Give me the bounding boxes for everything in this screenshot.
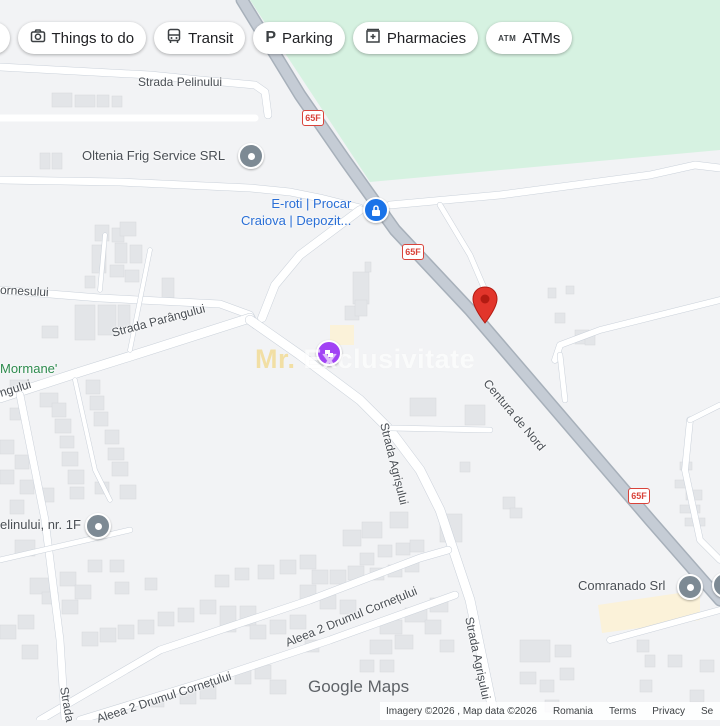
place-pin-icon[interactable]	[85, 513, 111, 539]
place-pin-icon[interactable]	[238, 143, 264, 169]
street-label-cornesului: ornesului	[0, 282, 50, 300]
pharmacy-icon	[365, 28, 381, 48]
region-link[interactable]: Romania	[553, 706, 593, 717]
chip-label: ATMs	[522, 29, 561, 47]
place-label-mormane[interactable]: Mormane'	[0, 361, 57, 376]
chip-transit[interactable]: Transit	[154, 22, 246, 54]
chip-atms[interactable]: ATM ATMs	[486, 22, 573, 54]
privacy-link[interactable]: Privacy	[652, 706, 685, 717]
chip-things-to-do[interactable]: Things to do	[17, 22, 147, 54]
google-maps-logo: Google Maps	[308, 677, 409, 697]
atm-icon: ATM	[498, 33, 517, 43]
bus-icon	[166, 28, 182, 48]
chip-partial[interactable]: s	[0, 22, 10, 54]
terms-link[interactable]: Terms	[609, 706, 636, 717]
route-shield-65f: 65F	[402, 244, 424, 260]
chip-label: Things to do	[51, 29, 135, 47]
chip-label: Pharmacies	[386, 29, 467, 47]
lock-shop-icon[interactable]	[363, 197, 389, 223]
chip-label: Parking	[282, 29, 333, 47]
map-footer: Imagery ©2026 , Map data ©2026 Romania T…	[380, 702, 720, 720]
place-pin-icon[interactable]	[677, 574, 703, 600]
place-label-eroti-line2: Craiova | Depozit...	[241, 213, 352, 228]
watermark: Mr. Exclusivitate	[255, 344, 475, 375]
category-chips: s Things to do Transit P Parking Pharmac…	[0, 22, 573, 54]
route-shield-65f: 65F	[628, 488, 650, 504]
selected-location-pin-icon[interactable]	[472, 286, 498, 324]
chip-parking[interactable]: P Parking	[253, 22, 345, 54]
place-label-pelinului-nr[interactable]: elinului, nr. 1F	[0, 517, 81, 532]
google-wordmark: Google	[308, 677, 363, 696]
watermark-rest: Exclusivitate	[303, 344, 476, 374]
place-label-eroti[interactable]: E-roti | Procar Craiova | Depozit...	[241, 195, 351, 229]
place-label-oltenia[interactable]: Oltenia Frig Service SRL	[82, 148, 225, 163]
street-label-pelinului: Strada Pelinului	[138, 75, 223, 89]
watermark-prefix: Mr.	[255, 344, 296, 374]
parking-icon: P	[265, 29, 277, 46]
place-label-comranado[interactable]: Comranado Srl	[578, 578, 665, 593]
imagery-attribution: Imagery ©2026 , Map data ©2026	[386, 705, 537, 717]
camera-icon	[30, 28, 46, 48]
maps-wordmark: Maps	[367, 677, 410, 696]
chip-label: Transit	[188, 29, 234, 47]
route-shield-65f: 65F	[302, 110, 324, 126]
send-feedback-link[interactable]: Se	[701, 706, 713, 717]
place-label-eroti-line1: E-roti | Procar	[271, 196, 352, 211]
chip-pharmacies[interactable]: Pharmacies	[352, 22, 479, 54]
